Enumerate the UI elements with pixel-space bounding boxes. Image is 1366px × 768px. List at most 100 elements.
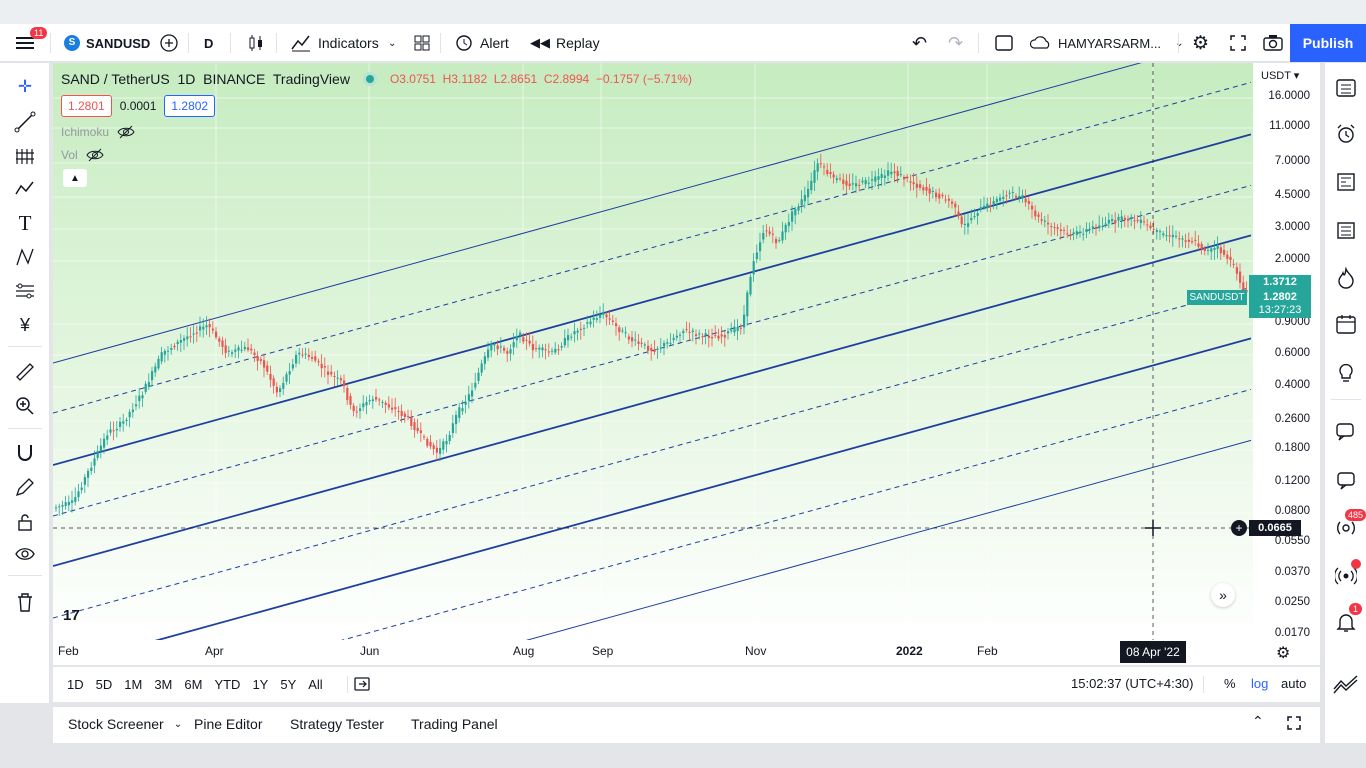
range-button-6m[interactable]: 6M <box>178 677 208 692</box>
compare-button[interactable] <box>150 24 188 62</box>
redo-button[interactable]: ↷ <box>940 24 971 62</box>
icons-tool[interactable]: ¥ <box>11 311 39 339</box>
candle-body <box>640 342 643 344</box>
streams-live-button[interactable] <box>1333 559 1361 589</box>
calendar-button[interactable] <box>1333 311 1359 337</box>
candle-body <box>656 348 659 350</box>
time-axis[interactable]: Feb Apr Jun Aug Sep Nov 2022 Feb 08 Apr '22 ⚙ <box>53 640 1320 665</box>
watchlist-button[interactable] <box>1333 75 1359 101</box>
candle-body <box>784 224 787 233</box>
streams-button[interactable] <box>1333 467 1359 493</box>
hotlists-button[interactable] <box>1333 265 1359 291</box>
scroll-to-realtime-button[interactable]: » <box>1211 583 1235 607</box>
tab-strategy-tester[interactable]: Strategy Tester <box>290 716 384 732</box>
candle-body <box>1123 217 1126 220</box>
indicators-button[interactable]: Indicators <box>282 24 387 62</box>
eye-crossed-icon[interactable] <box>86 148 104 162</box>
menu-badge: 11 <box>30 27 48 39</box>
tab-stock-screener[interactable]: Stock Screener ⌄ <box>68 716 182 732</box>
range-button-5d[interactable]: 5D <box>90 677 119 692</box>
measure-lines-tool[interactable] <box>11 277 39 305</box>
candle-body <box>800 199 803 206</box>
candle-body <box>954 203 957 208</box>
range-button-1d[interactable]: 1D <box>61 677 90 692</box>
undo-button[interactable]: ↶ <box>904 24 935 62</box>
notifications-button[interactable]: 1 <box>1333 603 1363 635</box>
indicator-volume[interactable]: Vol <box>61 148 104 162</box>
chart-pane[interactable]: SAND / TetherUS 1D BINANCE TradingView O… <box>53 63 1253 640</box>
candle-body <box>67 501 70 506</box>
candle-body <box>746 292 749 317</box>
sell-button[interactable]: 1.2801 <box>61 95 112 117</box>
goto-date-button[interactable] <box>353 675 371 696</box>
tab-trading-panel[interactable]: Trading Panel <box>411 716 498 732</box>
alerts-button[interactable] <box>1333 121 1359 147</box>
publish-button[interactable]: Publish <box>1290 24 1366 62</box>
lock-tool[interactable] <box>11 508 39 536</box>
tab-pine-editor[interactable]: Pine Editor <box>194 716 262 732</box>
trading-platform-button[interactable] <box>1333 671 1359 697</box>
range-button-1m[interactable]: 1M <box>118 677 148 692</box>
timezone-clock[interactable]: 15:02:37 (UTC+4:30) <box>1071 676 1193 691</box>
range-button-5y[interactable]: 5Y <box>274 677 302 692</box>
high-price-label: 1.3712 <box>1249 275 1311 290</box>
chats-button[interactable] <box>1333 419 1359 445</box>
candle-body <box>1072 232 1075 235</box>
symbol-price-tag: SANDUSDT <box>1187 290 1247 305</box>
data-window-button[interactable] <box>1333 217 1359 243</box>
trendline-tool[interactable] <box>11 108 39 136</box>
range-button-all[interactable]: All <box>302 677 328 692</box>
eye-crossed-icon[interactable] <box>117 125 135 139</box>
auto-toggle[interactable]: auto <box>1281 676 1306 691</box>
layout-select-button[interactable] <box>986 24 1022 62</box>
currency-select[interactable]: USDT ▾ <box>1261 69 1299 82</box>
candle-body <box>458 407 461 418</box>
interval-button[interactable]: D <box>196 24 221 62</box>
magnet-tool[interactable] <box>11 439 39 467</box>
price-axis[interactable]: USDT ▾ 16.0000 11.0000 7.0000 4.5000 3.0000 2… <box>1187 63 1320 640</box>
text-tool[interactable]: T <box>11 209 39 237</box>
ruler-tool[interactable] <box>11 358 39 386</box>
candle-body <box>384 402 387 405</box>
prediction-tool[interactable] <box>11 243 39 271</box>
public-chat-button[interactable]: 485 <box>1333 509 1366 541</box>
indicators-dropdown[interactable]: ⌄ <box>380 24 404 62</box>
alert-button[interactable]: Alert <box>446 24 517 62</box>
percent-toggle[interactable]: % <box>1224 676 1236 691</box>
add-alert-plus-icon[interactable]: + <box>1231 520 1247 536</box>
chart-settings-button[interactable]: ⚙ <box>1276 643 1290 663</box>
symbol-search[interactable]: S SANDUSD <box>56 24 158 62</box>
collapse-legend-button[interactable]: ▲ <box>63 169 87 187</box>
ideas-button[interactable] <box>1333 359 1359 385</box>
fib-tool[interactable] <box>11 142 39 170</box>
snapshot-button[interactable] <box>1254 24 1292 62</box>
news-button[interactable] <box>1333 169 1359 195</box>
candle-body <box>1053 227 1056 229</box>
log-toggle[interactable]: log <box>1251 676 1268 691</box>
zoom-tool[interactable] <box>11 392 39 420</box>
publish-label: Publish <box>1302 35 1354 51</box>
buy-button[interactable]: 1.2802 <box>164 95 216 117</box>
stay-drawing-tool[interactable] <box>11 473 39 501</box>
magnet-icon <box>18 445 32 461</box>
menu-button[interactable]: 11 <box>6 24 48 62</box>
pattern-tool[interactable] <box>11 175 39 203</box>
templates-button[interactable] <box>404 24 440 62</box>
maximize-panel-button[interactable] <box>1285 714 1303 735</box>
remove-drawings-tool[interactable] <box>11 588 39 616</box>
chart-type-button[interactable] <box>238 24 274 62</box>
candle-body <box>576 330 579 333</box>
settings-button[interactable]: ⚙ <box>1184 24 1217 62</box>
range-button-ytd[interactable]: YTD <box>208 677 246 692</box>
range-button-1y[interactable]: 1Y <box>246 677 274 692</box>
candle-body <box>650 347 653 351</box>
hide-drawings-tool[interactable] <box>11 540 39 568</box>
crosshair-tool[interactable]: ✛ <box>11 73 39 101</box>
candle-body <box>413 422 416 431</box>
fullscreen-button[interactable] <box>1220 24 1256 62</box>
expand-panel-button[interactable]: ⌃ <box>1252 713 1264 730</box>
range-button-3m[interactable]: 3M <box>148 677 178 692</box>
indicator-ichimoku[interactable]: Ichimoku <box>61 125 135 139</box>
replay-button[interactable]: ◀◀ Replay <box>522 24 608 62</box>
layout-name-button[interactable]: HAMYARSARM... ⌄ <box>1020 24 1191 62</box>
